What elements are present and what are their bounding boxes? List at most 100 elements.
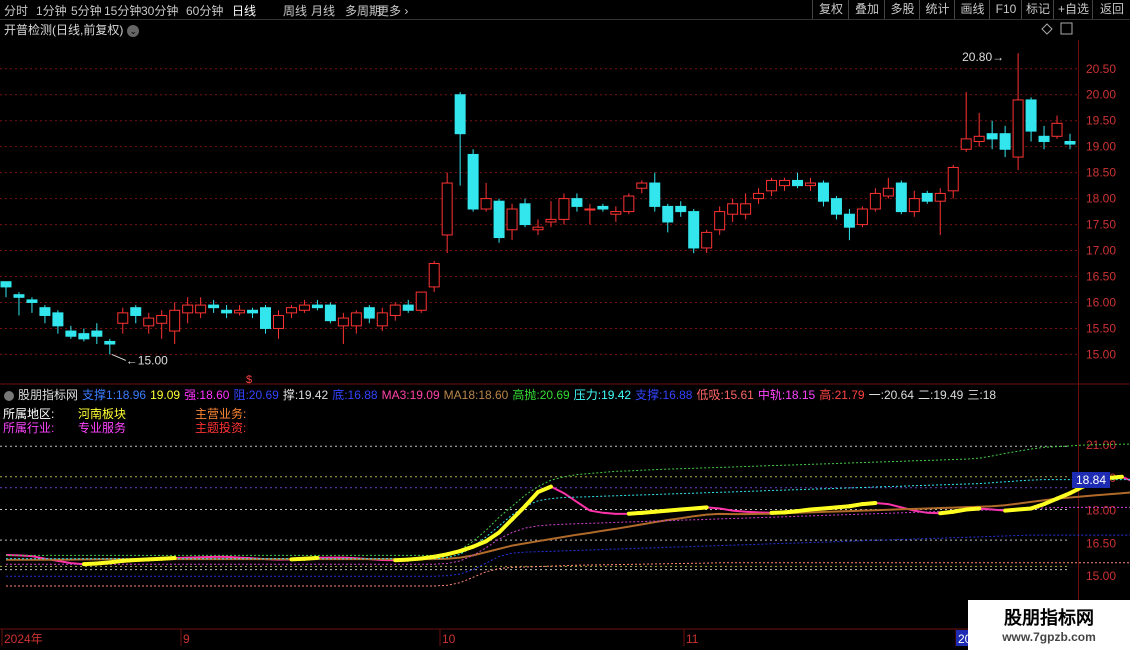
- candle-body: [195, 304, 207, 314]
- candle-body: [519, 203, 531, 226]
- candle-body: [662, 205, 674, 223]
- ma3-up-segment: [497, 517, 515, 535]
- candle-body: [895, 182, 907, 213]
- candle-body: [714, 211, 726, 231]
- chart-canvas[interactable]: 20.50 20.00 19.50 19.00 18.50 18.00 17.50 17.00…: [0, 0, 1130, 650]
- candle-body: [298, 304, 310, 311]
- diamond-icon: [1041, 23, 1053, 35]
- candle-body: [467, 153, 479, 210]
- series-line-1: [6, 491, 1130, 561]
- indicator-item-10: 支撑:16.88: [635, 388, 693, 402]
- indicator-item-13: 高:21.79: [819, 388, 865, 402]
- chevron-down-icon[interactable]: [4, 390, 14, 401]
- x-tick-label: 9: [183, 632, 190, 646]
- candle-body: [389, 304, 401, 316]
- candle-body: [1038, 135, 1050, 142]
- candle-body: [999, 133, 1011, 150]
- series-line-0: [5, 475, 1130, 566]
- x-tick-label: 10: [442, 632, 456, 646]
- candle-body: [0, 281, 12, 288]
- ma3-up-segment: [1106, 474, 1124, 480]
- indicator-item-0: 支撑1:18.96: [82, 388, 147, 402]
- y-tick-label: 15.00: [1086, 347, 1116, 361]
- y-tick-label: 18.50: [1086, 166, 1116, 180]
- y-tick-label: 16.50: [1086, 270, 1116, 284]
- y-tick-label: 18.00: [1086, 504, 1116, 518]
- y-tick-label: 19.00: [1086, 140, 1116, 154]
- indicator-item-16: 三:18: [967, 388, 997, 402]
- ma3-up-segment: [523, 490, 540, 509]
- candle-body: [156, 314, 168, 324]
- y-tick-label: 15.00: [1086, 569, 1116, 583]
- candle-body: [571, 198, 583, 207]
- candle-body: [649, 182, 661, 207]
- candle-body: [1051, 122, 1063, 137]
- candle-body: [597, 205, 609, 210]
- y-tick-label: 20.00: [1086, 88, 1116, 102]
- candle-body: [78, 333, 90, 340]
- indicator-item-9: 压力:19.42: [573, 388, 632, 402]
- candle-body: [908, 198, 920, 213]
- watermark: 股朋指标网 www.7gpzb.com: [968, 600, 1130, 650]
- candle-body: [1064, 140, 1076, 145]
- candle-body: [636, 182, 648, 189]
- series-line-3: [6, 479, 1130, 560]
- candle-body: [415, 291, 427, 311]
- indicator-item-8: 高抛:20.69: [512, 388, 570, 402]
- candle-body: [960, 138, 972, 150]
- watermark-name: 股朋指标网: [1004, 608, 1094, 628]
- candle-body: [285, 307, 297, 314]
- y-tick-label: 17.50: [1086, 218, 1116, 232]
- indicator-legend: 股朋指标网 支撑1:18.96 19.09 强:18.60 阻:20.69 撑:19.42…: [0, 386, 1078, 402]
- candle-body: [169, 309, 181, 332]
- candle-body: [247, 309, 259, 314]
- watermark-url: www.7gpzb.com: [1002, 630, 1096, 644]
- candle-body: [986, 133, 998, 140]
- industry-label: 所属行业:: [3, 421, 55, 435]
- candle-body: [208, 304, 220, 309]
- y-tick-label: 20.50: [1086, 62, 1116, 76]
- candle-body: [272, 314, 284, 329]
- industry-value: 专业服务: [78, 421, 127, 435]
- indicator-item-1: 19.09: [150, 388, 181, 402]
- candle-body: [804, 182, 816, 187]
- candle-body: [843, 213, 855, 228]
- candle-body: [584, 208, 596, 211]
- candle-body: [753, 192, 765, 200]
- candle-body: [324, 304, 336, 322]
- candle-body: [493, 200, 505, 239]
- y-tick-label: 16.50: [1086, 536, 1116, 550]
- indicator-item-5: 底:16.88: [332, 388, 378, 402]
- candle-body: [792, 179, 804, 187]
- x-tick-label: 11: [686, 632, 699, 646]
- series-line-2: [6, 443, 1130, 556]
- window-icon: [1060, 22, 1073, 35]
- candle-body: [934, 192, 946, 202]
- candle-body: [363, 307, 375, 319]
- high-annotation: 20.80→: [962, 50, 1004, 64]
- y-tick-label: 21.00: [1086, 438, 1116, 452]
- candle-body: [13, 294, 25, 298]
- ma3-up-segment: [536, 484, 553, 495]
- candle-body: [260, 307, 272, 329]
- y-tick-label: 15.50: [1086, 321, 1116, 335]
- candle-body: [441, 182, 453, 236]
- y-tick-label: 16.00: [1086, 295, 1116, 309]
- candle-body: [882, 187, 894, 197]
- ma3-up-segment: [471, 539, 489, 549]
- candle-body: [766, 179, 778, 192]
- candle-body: [701, 231, 713, 249]
- y-tick-label: 19.50: [1086, 114, 1116, 128]
- low-arrow: [111, 353, 127, 361]
- candle-body: [947, 166, 959, 192]
- candle-body: [130, 307, 142, 316]
- ma3-up-segment: [860, 500, 878, 507]
- theme-label: 主题投资:: [195, 421, 247, 435]
- candle-body: [817, 182, 829, 202]
- candle-body: [454, 94, 466, 135]
- candle-body: [973, 135, 985, 142]
- candle-body: [52, 312, 64, 327]
- candle-body: [545, 218, 557, 223]
- ma3-up-segment: [159, 556, 177, 561]
- indicator-item-14: 一:20.64: [868, 388, 914, 402]
